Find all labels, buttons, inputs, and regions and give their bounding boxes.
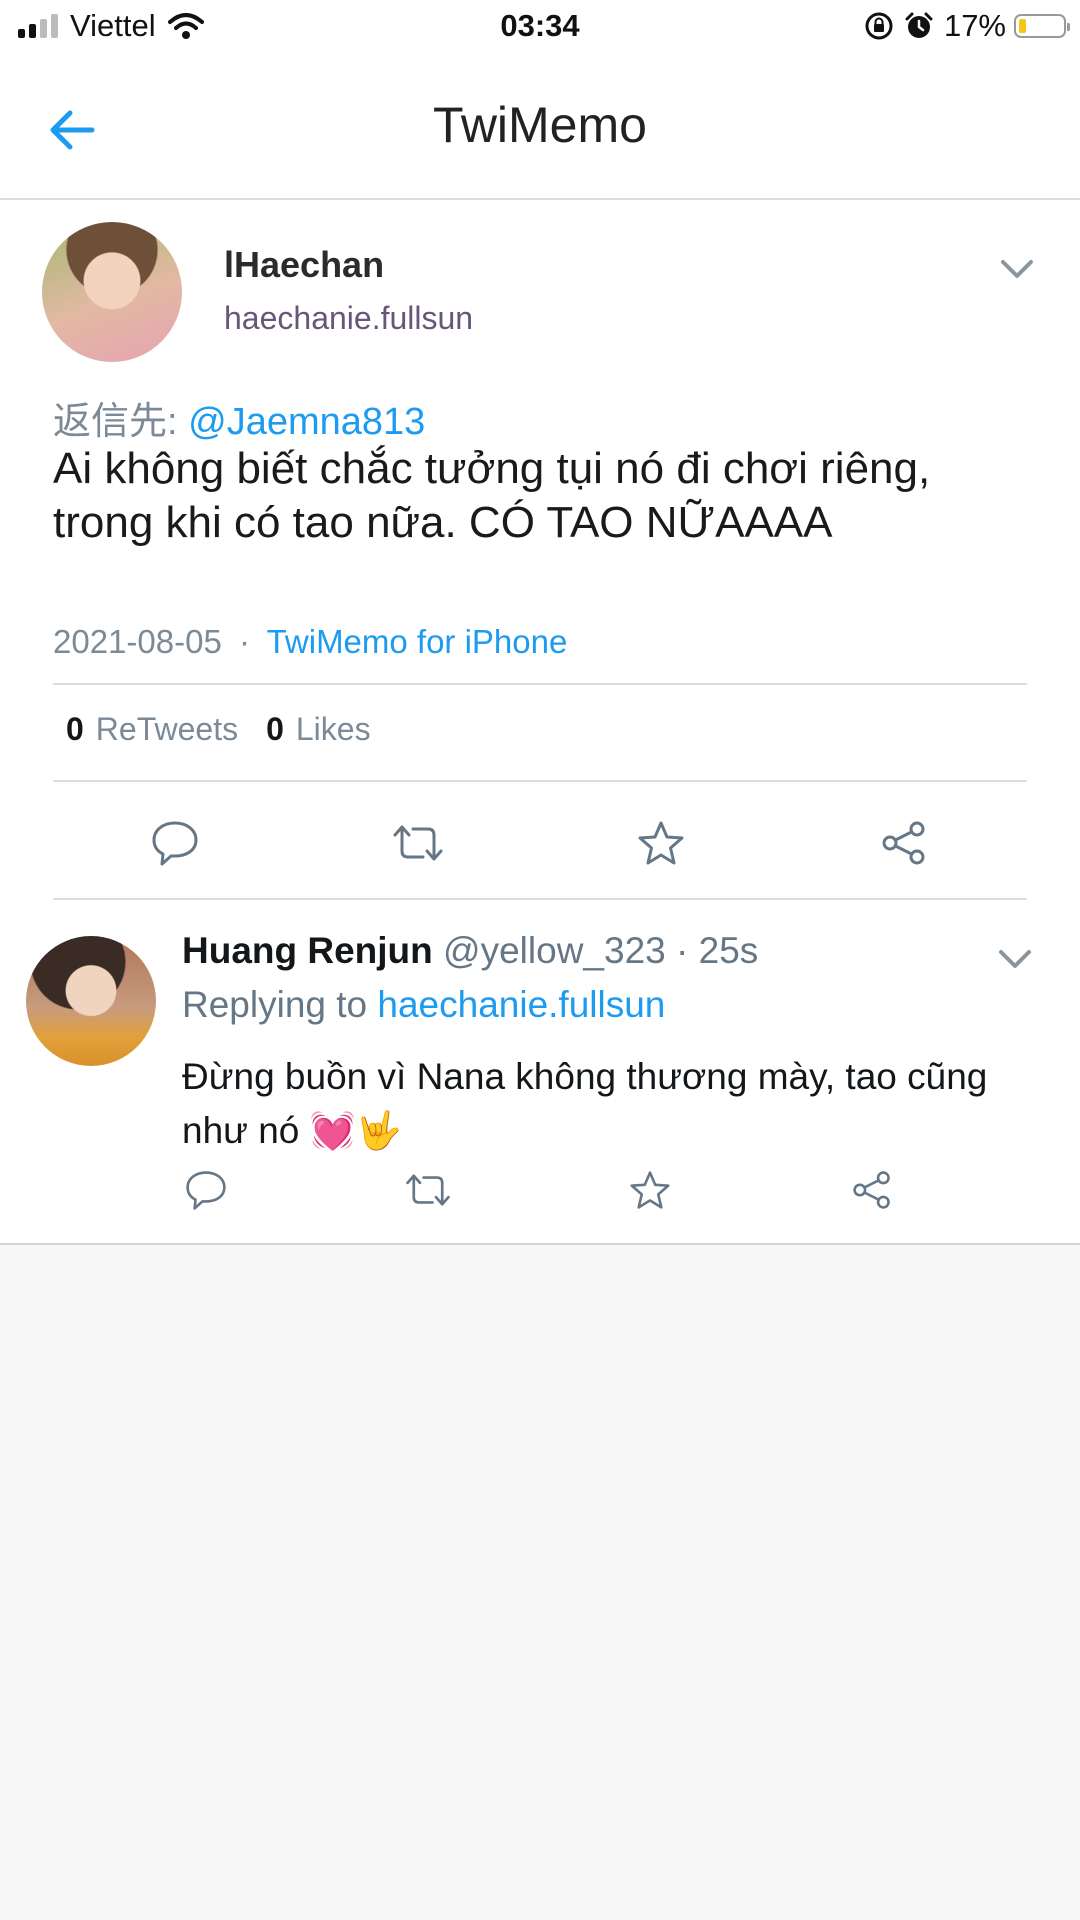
tweet-date: 2021-08-05 <box>53 623 222 660</box>
replying-to-line: Replying to haechanie.fullsun <box>182 984 665 1026</box>
reply-header: Huang Renjun @yellow_323 · 25s <box>182 930 758 972</box>
reply-to-prefix: 返信先: <box>53 401 178 443</box>
reply-to-line: 返信先: @Jaemna813 <box>53 390 425 445</box>
battery-percent: 17% <box>943 8 1006 43</box>
like-button[interactable] <box>630 812 692 874</box>
like-stat[interactable]: 0 Likes <box>266 711 371 748</box>
tweet-source-link[interactable]: TwiMemo for iPhone <box>267 623 568 660</box>
chevron-down-icon <box>1001 260 1033 278</box>
reply-button[interactable] <box>144 812 206 874</box>
retweet-button[interactable] <box>387 812 449 874</box>
tweet-detail: lHaechan haechanie.fullsun 返信先: @Jaemna8… <box>0 200 1080 900</box>
reply-text: Đừng buồn vì Nana không thương mày, tao … <box>182 1056 988 1151</box>
retweet-button[interactable] <box>402 1164 454 1216</box>
battery-fill <box>1019 19 1026 33</box>
reply-menu-button[interactable] <box>998 948 1032 970</box>
reply-button[interactable] <box>180 1164 232 1216</box>
avatar[interactable] <box>42 222 182 362</box>
tweet-menu-button[interactable] <box>1000 258 1034 280</box>
reply-separator: · <box>676 930 689 971</box>
retweet-icon <box>393 825 443 861</box>
replying-label: Replying to <box>182 984 368 1025</box>
battery-icon <box>1014 14 1070 38</box>
tweet-meta: 2021-08-05 · TwiMemo for iPhone <box>53 623 567 661</box>
retweet-count: 0 <box>66 711 84 747</box>
reply-timestamp: 25s <box>698 930 759 971</box>
app-root: Viettel 03:34 17% TwiMemo lHaechan haech… <box>0 0 1080 1920</box>
retweet-icon <box>406 1174 450 1206</box>
star-icon <box>638 821 684 865</box>
like-count: 0 <box>266 711 284 747</box>
like-label: Likes <box>295 711 371 747</box>
alarm-icon <box>905 12 933 38</box>
reply-author-handle[interactable]: @yellow_323 <box>443 930 666 971</box>
reply-tweet[interactable]: Huang Renjun @yellow_323 · 25s Replying … <box>0 900 1080 1245</box>
status-right: 17% <box>864 8 1070 44</box>
share-icon <box>853 1171 890 1209</box>
reply-author-name[interactable]: Huang Renjun <box>182 930 433 971</box>
share-icon <box>882 821 925 865</box>
author-name[interactable]: lHaechan <box>224 244 384 286</box>
tweet-stats: 0 ReTweets 0 Likes <box>66 711 371 748</box>
share-button[interactable] <box>873 812 935 874</box>
tweet-text: Ai không biết chắc tưởng tụi nó đi chơi … <box>53 444 931 547</box>
speech-bubble-icon <box>186 1171 226 1210</box>
nav-bar: TwiMemo <box>0 56 1080 200</box>
page-title: TwiMemo <box>433 97 647 153</box>
author-handle[interactable]: haechanie.fullsun <box>224 300 473 337</box>
retweet-label: ReTweets <box>95 711 239 747</box>
divider <box>53 683 1027 685</box>
status-bar: Viettel 03:34 17% <box>0 0 1080 56</box>
reply-to-user-link[interactable]: @Jaemna813 <box>188 401 425 443</box>
speech-bubble-icon <box>152 821 198 866</box>
meta-separator: · <box>238 623 250 660</box>
retweet-stat[interactable]: 0 ReTweets <box>66 711 238 748</box>
chevron-down-icon <box>999 950 1031 968</box>
divider <box>53 780 1027 782</box>
avatar[interactable] <box>26 936 156 1066</box>
star-icon <box>630 1171 670 1209</box>
orientation-lock-icon <box>865 12 893 40</box>
like-button[interactable] <box>624 1164 676 1216</box>
replying-to-link[interactable]: haechanie.fullsun <box>377 984 665 1025</box>
share-button[interactable] <box>846 1164 898 1216</box>
